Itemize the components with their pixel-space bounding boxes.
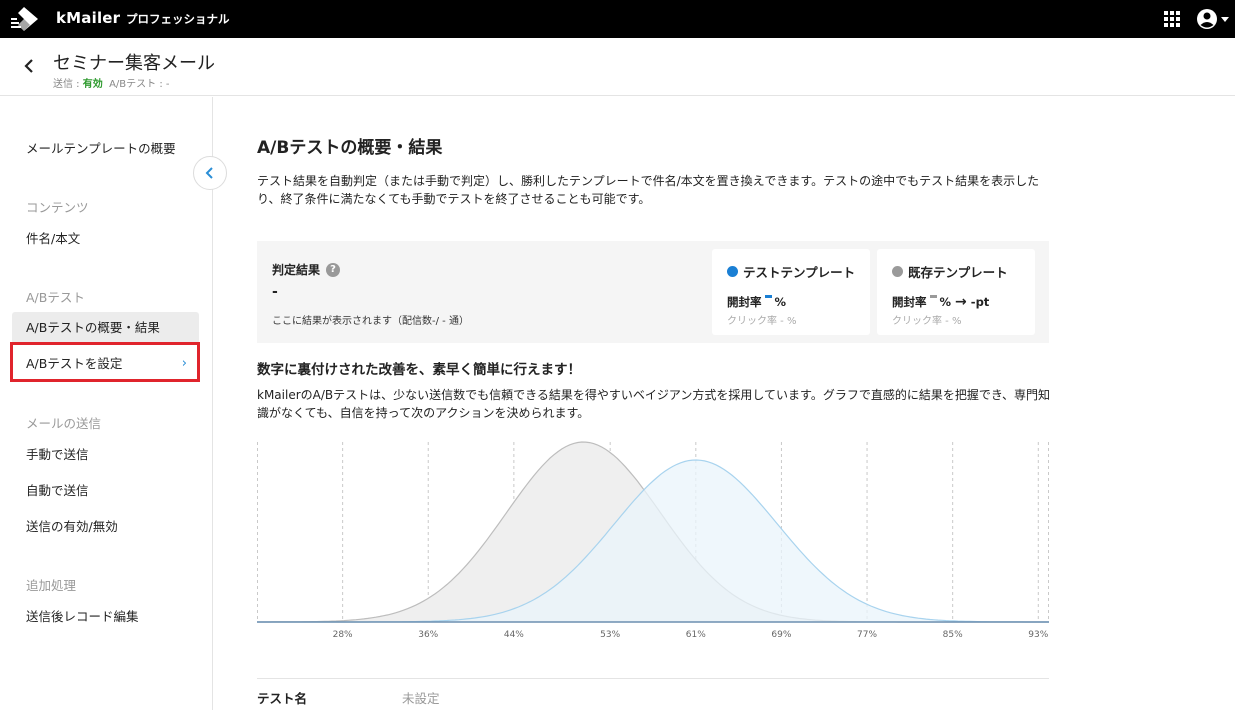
sidebar-collapse-button[interactable]	[193, 156, 227, 190]
help-icon[interactable]: ?	[326, 262, 341, 277]
x-tick-label: 28%	[333, 630, 353, 640]
grid-apps-icon[interactable]	[1164, 11, 1180, 27]
kmailer-logo-icon[interactable]	[10, 5, 42, 33]
test-template-card: テストテンプレート 開封率% クリック率 - %	[712, 249, 870, 335]
result-value: -	[272, 284, 278, 300]
sidebar-heading-post: 追加処理	[26, 578, 77, 593]
sidebar-item-subject-body[interactable]: 件名/本文	[12, 223, 199, 255]
page-header: セミナー集客メール 送信 : 有効 A/Bテスト : -	[0, 38, 1235, 96]
chevron-right-icon: ›	[181, 356, 187, 371]
existing-template-dot-icon	[892, 266, 903, 277]
x-tick-label: 93%	[1028, 630, 1048, 640]
existing-open-rate: 開封率% → -pt	[892, 294, 990, 310]
test-name-value: 未設定	[402, 691, 440, 706]
sidebar-heading-ab: A/Bテスト	[26, 290, 85, 305]
page-title: セミナー集客メール	[53, 53, 215, 74]
send-status-badge: 有効	[82, 79, 103, 90]
subtitle: 数字に裏付けされた改善を、素早く簡単に行えます！	[257, 362, 581, 378]
x-tick-label: 69%	[771, 630, 791, 640]
plan-name: プロフェッショナル	[126, 12, 230, 26]
sidebar-heading-send: メールの送信	[26, 416, 102, 431]
sidebar-item-ab-overview[interactable]: A/Bテストの概要・結果	[12, 312, 199, 344]
result-panel: 判定結果 ? - ここに結果が表示されます（配信数-/ - 通） テストテンプレ…	[257, 241, 1049, 343]
distribution-area	[257, 460, 1049, 622]
existing-template-card: 既存テンプレート 開封率% → -pt クリック率 - %	[877, 249, 1035, 335]
existing-click-rate: クリック率 - %	[892, 316, 962, 327]
sidebar-item-manual-send[interactable]: 手動で送信	[12, 439, 199, 471]
sidebar: メールテンプレートの概要 コンテンツ 件名/本文 A/Bテスト A/Bテストの概…	[0, 97, 213, 710]
top-bar: kMailer プロフェッショナル	[0, 0, 1235, 38]
status-meta: 送信 : 有効 A/Bテスト : -	[53, 79, 170, 90]
sidebar-item-record-edit[interactable]: 送信後レコード編集	[12, 601, 199, 633]
test-name-label: テスト名	[257, 691, 308, 706]
x-tick-label: 85%	[943, 630, 963, 640]
sidebar-item-label: A/Bテストを設定	[26, 356, 123, 371]
sidebar-item-overview[interactable]: メールテンプレートの概要	[12, 133, 199, 165]
result-note: ここに結果が表示されます（配信数-/ - 通）	[272, 316, 469, 327]
result-label: 判定結果 ?	[272, 261, 341, 278]
section-description: テスト結果を自動判定（または手動で判定）し、勝利したテンプレートで件名/本文を置…	[257, 174, 1040, 206]
x-tick-label: 53%	[600, 630, 620, 640]
sidebar-item-ab-settings[interactable]: A/Bテストを設定 ›	[12, 348, 199, 380]
sidebar-heading-contents: コンテンツ	[26, 200, 89, 215]
subtitle-description: kMailerのA/Bテストは、少ない送信数でも信頼できる結果を得やすいベイジア…	[257, 388, 1051, 420]
x-tick-label: 61%	[686, 630, 706, 640]
test-template-dot-icon	[727, 266, 738, 277]
test-open-rate: 開封率%	[727, 295, 787, 309]
back-arrow-icon[interactable]	[20, 56, 38, 76]
x-tick-label: 36%	[418, 630, 438, 640]
x-tick-label: 44%	[504, 630, 524, 640]
x-tick-label: 77%	[857, 630, 877, 640]
open-rate-bar	[764, 295, 772, 298]
bayesian-distribution-chart: 28% 36% 44% 53% 61% 69% 77% 85% 93%	[257, 441, 1049, 640]
account-circle-icon[interactable]	[1196, 8, 1230, 30]
divider	[257, 678, 1049, 679]
brand-name: kMailer	[56, 9, 121, 27]
open-rate-bar	[929, 295, 937, 298]
section-title: A/Bテストの概要・結果	[257, 138, 443, 158]
test-click-rate: クリック率 - %	[727, 316, 797, 327]
sidebar-item-send-toggle[interactable]: 送信の有効/無効	[12, 511, 199, 543]
chevron-left-icon	[205, 167, 213, 179]
sidebar-item-auto-send[interactable]: 自動で送信	[12, 475, 199, 507]
arrow-right-icon: →	[955, 294, 967, 310]
